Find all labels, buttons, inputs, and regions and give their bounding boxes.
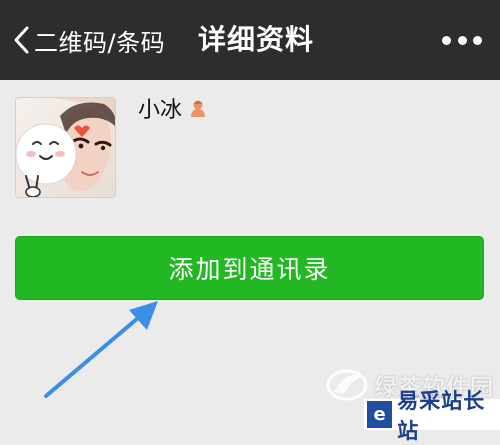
- leaf-logo-icon: [326, 369, 368, 401]
- watermark-bottom-text: 易采站长站: [397, 388, 486, 443]
- site-logo-icon: e: [367, 401, 393, 428]
- watermark-bottom: e 易采站长站: [364, 389, 500, 443]
- pointer-arrow-icon: [44, 301, 158, 398]
